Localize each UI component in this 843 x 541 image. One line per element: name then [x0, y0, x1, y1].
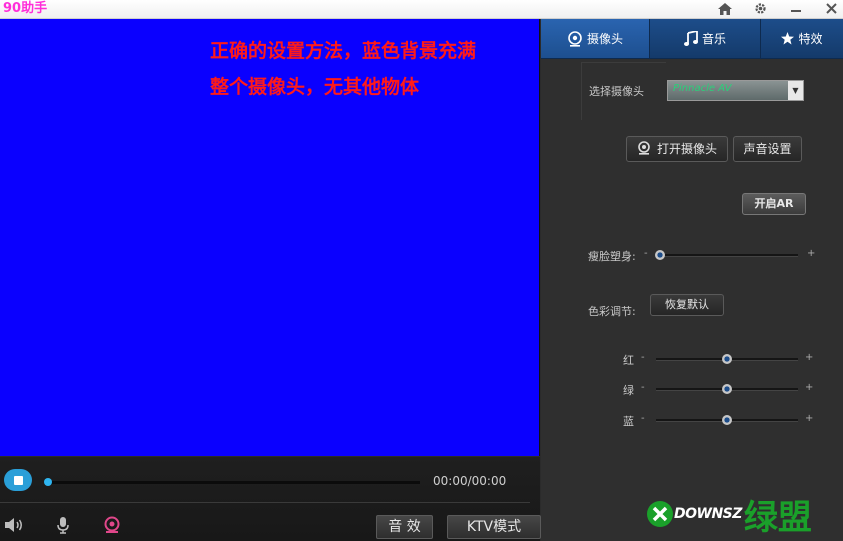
- group-box-line: [581, 62, 582, 120]
- green-channel-label: 绿: [623, 384, 634, 397]
- watermark-logo: [647, 501, 673, 527]
- slider-plus: +: [805, 382, 814, 393]
- stop-button[interactable]: [4, 469, 32, 491]
- green-channel-slider[interactable]: [656, 384, 798, 394]
- red-channel-label: 红: [623, 354, 634, 367]
- stop-icon: [13, 475, 23, 485]
- progress-bar[interactable]: [44, 478, 420, 486]
- slider-knob[interactable]: [655, 250, 666, 260]
- open-camera-button[interactable]: 打开摄像头: [626, 136, 728, 162]
- camera-preview: 正确的设置方法，蓝色背景充满 整个摄像头，无其他物体: [0, 19, 540, 456]
- blue-channel-slider[interactable]: [656, 415, 798, 425]
- tab-camera[interactable]: 摄像头: [541, 19, 650, 58]
- star-icon: [781, 32, 795, 45]
- sound-effect-button[interactable]: 音 效: [376, 515, 433, 539]
- app-title: 90助手: [3, 1, 48, 16]
- time-display: 00:00/00:00: [433, 474, 507, 488]
- title-bar: 90助手: [0, 0, 843, 19]
- tab-music[interactable]: 音乐: [650, 19, 761, 58]
- close-icon[interactable]: [820, 0, 842, 17]
- music-note-icon: [683, 31, 698, 46]
- webcam-icon[interactable]: [101, 514, 123, 536]
- slider-plus: +: [805, 352, 814, 363]
- panel-tabs: 摄像头 音乐 特效: [541, 19, 843, 59]
- enable-ar-button[interactable]: 开启AR: [742, 193, 806, 215]
- slider-minus: -: [641, 352, 645, 363]
- blue-channel-label: 蓝: [623, 415, 634, 428]
- home-icon[interactable]: [714, 0, 736, 17]
- controls-divider: [0, 502, 530, 503]
- microphone-icon[interactable]: [52, 514, 74, 536]
- color-adjust-label: 色彩调节:: [588, 305, 636, 318]
- overlay-line-1: 正确的设置方法，蓝色背景充满: [210, 40, 477, 62]
- audio-settings-button[interactable]: 声音设置: [733, 136, 802, 162]
- restore-default-button[interactable]: 恢复默认: [650, 294, 724, 316]
- red-channel-slider[interactable]: [656, 354, 798, 364]
- tab-music-label: 音乐: [701, 32, 726, 46]
- gear-icon[interactable]: [749, 0, 771, 17]
- slider-minus: -: [641, 382, 645, 393]
- tab-effects[interactable]: 特效: [761, 19, 843, 58]
- slider-knob[interactable]: [722, 354, 732, 364]
- camera-icon: [638, 141, 650, 155]
- camera-select[interactable]: Pinnacle AV ▼: [667, 80, 804, 101]
- chevron-down-icon: ▼: [788, 81, 803, 100]
- camera-icon: [568, 30, 582, 47]
- player-controls: 00:00/00:00 音 效 KTV模式: [0, 457, 541, 541]
- overlay-instructions: 正确的设置方法，蓝色背景充满 整个摄像头，无其他物体: [210, 33, 530, 105]
- settings-panel: 摄像头 音乐 特效 选择摄像头 Pinnacle AV ▼ 打开摄像头 声音设置…: [541, 19, 843, 541]
- slider-knob[interactable]: [722, 384, 732, 394]
- site-watermark: DOWNSZ 绿盟 绿色: [646, 493, 836, 538]
- watermark-domain: DOWNSZ: [674, 506, 742, 522]
- slider-plus: +: [807, 248, 816, 259]
- overlay-line-2: 整个摄像头，无其他物体: [210, 76, 420, 98]
- tab-camera-label: 摄像头: [586, 32, 623, 46]
- face-slim-label: 瘦脸塑身:: [588, 250, 636, 263]
- camera-select-value: Pinnacle AV: [673, 83, 732, 94]
- slider-minus: -: [641, 413, 645, 424]
- ktv-mode-button[interactable]: KTV模式: [447, 515, 541, 539]
- open-camera-label: 打开摄像头: [656, 142, 717, 156]
- tab-effects-label: 特效: [798, 32, 823, 46]
- progress-knob[interactable]: [44, 478, 52, 486]
- slider-minus: -: [644, 248, 648, 259]
- minimize-icon[interactable]: [785, 0, 807, 17]
- select-camera-label: 选择摄像头: [589, 85, 644, 98]
- watermark-cn: 绿盟: [743, 497, 812, 538]
- slider-plus: +: [805, 413, 814, 424]
- slider-knob[interactable]: [722, 415, 732, 425]
- volume-icon[interactable]: [3, 514, 25, 536]
- group-box-line: [581, 62, 666, 63]
- face-slim-slider[interactable]: [655, 250, 798, 260]
